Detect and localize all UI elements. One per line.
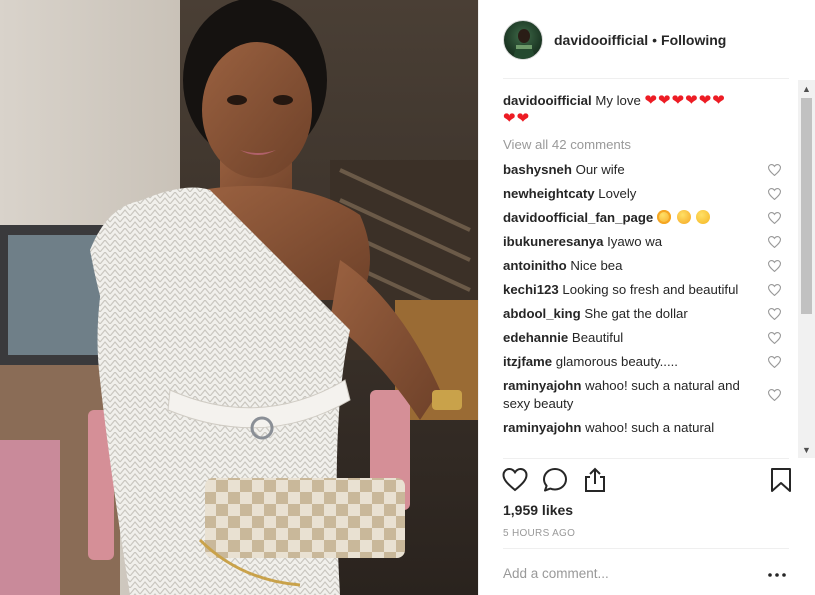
comment-like-heart-icon[interactable] [768,260,781,272]
like-button[interactable] [501,466,529,494]
comment-text: Looking so fresh and beautiful [562,282,739,297]
add-comment-input[interactable] [503,566,753,581]
comment-button[interactable] [541,466,569,494]
caption-username[interactable]: davidooifficial [503,93,592,108]
share-icon [585,467,605,492]
comment-username[interactable]: edehannie [503,330,568,345]
comment-item: kechi123 Looking so fresh and beautiful [503,281,781,299]
following-button[interactable]: Following [661,32,726,48]
comment-item: abdool_king She gat the dollar [503,305,781,323]
caption-hearts-line2: ❤❤ [503,110,531,127]
comment-username[interactable]: raminyajohn [503,420,581,435]
comment-username[interactable]: kechi123 [503,282,559,297]
comment-like-heart-icon[interactable] [768,356,781,368]
comment-text: Lovely [598,186,637,201]
comment-like-heart-icon[interactable] [768,164,781,176]
actions-divider [503,458,789,459]
post-timestamp[interactable]: 5 HOURS AGO [503,528,575,539]
share-button[interactable] [581,466,609,494]
comment-item: edehannie Beautiful [503,329,781,347]
comment-text: wahoo! such a natural [585,420,715,435]
comment-username[interactable]: antoinitho [503,258,567,273]
comment-like-heart-icon[interactable] [768,308,781,320]
comment-username[interactable]: ibukuneresanya [503,234,603,249]
comment-item: bashysneh Our wife [503,161,781,179]
likes-count[interactable]: 1,959 likes [503,502,573,518]
more-options-button[interactable] [767,568,787,582]
header-divider [503,78,789,79]
comment-item: newheightcaty Lovely [503,185,781,203]
scroll-up-arrow-icon[interactable]: ▲ [798,80,815,97]
comment-item: antoinitho Nice bea [503,257,781,275]
smile-emoji [696,210,711,224]
comment-username[interactable]: davidoofficial_fan_page [503,210,653,225]
comment-username[interactable]: bashysneh [503,162,572,177]
view-all-comments-link[interactable]: View all 42 comments [503,136,781,154]
comment-username[interactable]: itzjfame [503,354,552,369]
comment-username[interactable]: abdool_king [503,306,581,321]
scroll-down-arrow-icon[interactable]: ▼ [798,441,815,458]
comment-bubble-icon [543,468,567,492]
comment-username[interactable]: newheightcaty [503,186,595,201]
post-details-panel: davidooifficial • Following davidooiffic… [478,0,815,595]
comment-text: glamorous beauty..... [555,354,678,369]
comment-like-heart-icon[interactable] [768,332,781,344]
comments-scrollbar[interactable]: ▲ ▼ [798,80,815,458]
header-separator: • [652,31,658,48]
post-header: davidooifficial • Following [479,0,815,79]
add-comment-divider [503,548,789,549]
post-author-username[interactable]: davidooifficial [554,32,648,48]
comment-like-heart-icon[interactable] [768,284,781,296]
avatar-image [513,28,535,59]
avatar[interactable] [503,19,543,60]
post-photo[interactable] [0,0,478,595]
comment-like-heart-icon[interactable] [768,212,781,224]
comment-text: Nice bea [570,258,623,273]
save-button[interactable] [767,466,795,494]
comment-like-heart-icon[interactable] [768,188,781,200]
kissing-wink-emoji [676,210,691,224]
comment-like-heart-icon[interactable] [768,236,781,248]
star-struck-emoji [656,210,671,224]
comment-like-heart-icon[interactable] [768,389,781,401]
comment-text: Iyawo wa [607,234,663,249]
comment-text: She gat the dollar [584,306,688,321]
comment-username[interactable]: raminyajohn [503,378,581,393]
comment-item: itzjfame glamorous beauty..... [503,353,781,371]
post-caption: davidooifficial My love ❤❤❤❤❤❤ ❤❤ [503,92,781,128]
comment-item: raminyajohn wahoo! such a natural [503,419,781,437]
comment-text: Beautiful [571,330,624,345]
comment-item: ibukuneresanya Iyawo wa [503,233,781,251]
comment-item: davidoofficial_fan_page [503,209,781,227]
heart-outline-icon [502,467,528,492]
caption-hearts: ❤❤❤❤❤❤ [644,92,726,109]
comment-text: Our wife [575,162,625,177]
more-options-icon [768,573,786,577]
caption-text: My love [595,93,641,108]
scrollbar-thumb[interactable] [801,98,812,314]
bookmark-icon [771,468,791,492]
comments-list: davidooifficial My love ❤❤❤❤❤❤ ❤❤ View a… [503,92,781,458]
comment-item: raminyajohn wahoo! such a natural and se… [503,377,781,413]
post-actions-bar [501,466,795,496]
post-image [0,0,478,595]
